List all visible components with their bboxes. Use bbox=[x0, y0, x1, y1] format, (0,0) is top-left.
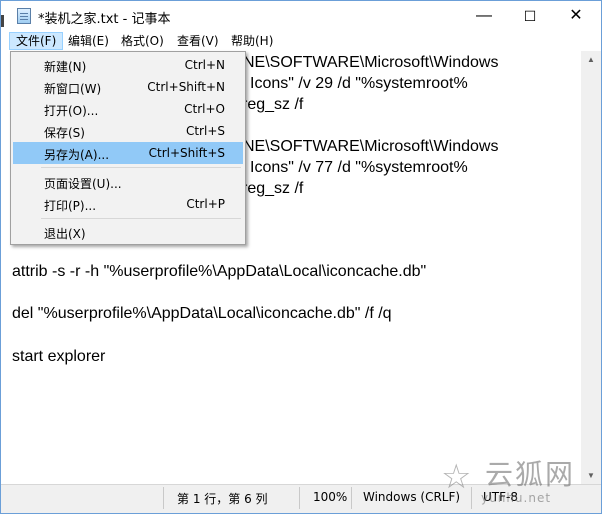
minimize-button[interactable]: — bbox=[461, 1, 507, 31]
editor-line: NE\SOFTWARE\Microsoft\Windows bbox=[243, 54, 499, 71]
menu-open[interactable]: 打开(O)... Ctrl+O bbox=[13, 98, 243, 120]
editor-line: attrib -s -r -h "%userprofile%\AppData\L… bbox=[12, 263, 427, 280]
editor-line: reg_sz /f bbox=[242, 96, 304, 113]
star-icon: ☆ bbox=[441, 458, 472, 496]
notepad-icon bbox=[17, 8, 31, 24]
close-button[interactable]: ✕ bbox=[553, 1, 599, 31]
status-divider bbox=[299, 487, 300, 509]
cursor-position: 第 1 行，第 6 列 bbox=[177, 492, 268, 506]
menu-bar: 文件(F) 编辑(E) 格式(O) 查看(V) 帮助(H) bbox=[1, 31, 601, 51]
watermark: ☆ 云狐网 yunhu.net bbox=[441, 453, 591, 513]
watermark-text: 云狐网 bbox=[485, 458, 576, 491]
menu-page-setup[interactable]: 页面设置(U)... bbox=[13, 171, 243, 193]
scroll-up-icon[interactable]: ▲ bbox=[581, 51, 601, 68]
editor-line: Icons" /v 77 /d "%systemroot% bbox=[250, 159, 468, 176]
menu-separator bbox=[41, 167, 241, 168]
menu-view[interactable]: 查看(V) bbox=[171, 32, 225, 50]
menu-save-as[interactable]: 另存为(A)... Ctrl+Shift+S bbox=[13, 142, 243, 164]
menu-print[interactable]: 打印(P)... Ctrl+P bbox=[13, 193, 243, 215]
notepad-window: *装机之家.txt - 记事本 — ☐ ✕ 文件(F) 编辑(E) 格式(O) … bbox=[0, 0, 602, 514]
maximize-button[interactable]: ☐ bbox=[507, 1, 553, 31]
file-menu-dropdown: 新建(N) Ctrl+N 新窗口(W) Ctrl+Shift+N 打开(O)..… bbox=[10, 51, 246, 245]
menu-edit[interactable]: 编辑(E) bbox=[62, 32, 115, 50]
menu-separator bbox=[41, 218, 241, 219]
zoom-level: 100% bbox=[313, 490, 348, 504]
status-divider bbox=[163, 487, 164, 509]
editor-line: Icons" /v 29 /d "%systemroot% bbox=[250, 75, 468, 92]
watermark-url: yunhu.net bbox=[481, 491, 552, 505]
vertical-scrollbar[interactable]: ▲ ▼ bbox=[581, 51, 601, 484]
title-bar: *装机之家.txt - 记事本 — ☐ ✕ bbox=[1, 1, 601, 31]
editor-line: NE\SOFTWARE\Microsoft\Windows bbox=[243, 138, 499, 155]
editor-line: reg_sz /f bbox=[242, 180, 304, 197]
editor-line: start explorer bbox=[12, 348, 106, 365]
menu-exit[interactable]: 退出(X) bbox=[13, 221, 243, 243]
menu-new-window[interactable]: 新窗口(W) Ctrl+Shift+N bbox=[13, 76, 243, 98]
status-divider bbox=[351, 487, 352, 509]
menu-save[interactable]: 保存(S) Ctrl+S bbox=[13, 120, 243, 142]
menu-format[interactable]: 格式(O) bbox=[115, 32, 170, 50]
window-title: *装机之家.txt - 记事本 bbox=[38, 12, 171, 27]
menu-help[interactable]: 帮助(H) bbox=[225, 32, 279, 50]
menu-file[interactable]: 文件(F) bbox=[9, 32, 64, 50]
menu-new[interactable]: 新建(N) Ctrl+N bbox=[13, 54, 243, 76]
background-edge bbox=[1, 15, 4, 27]
editor-line: del "%userprofile%\AppData\Local\iconcac… bbox=[12, 305, 392, 322]
